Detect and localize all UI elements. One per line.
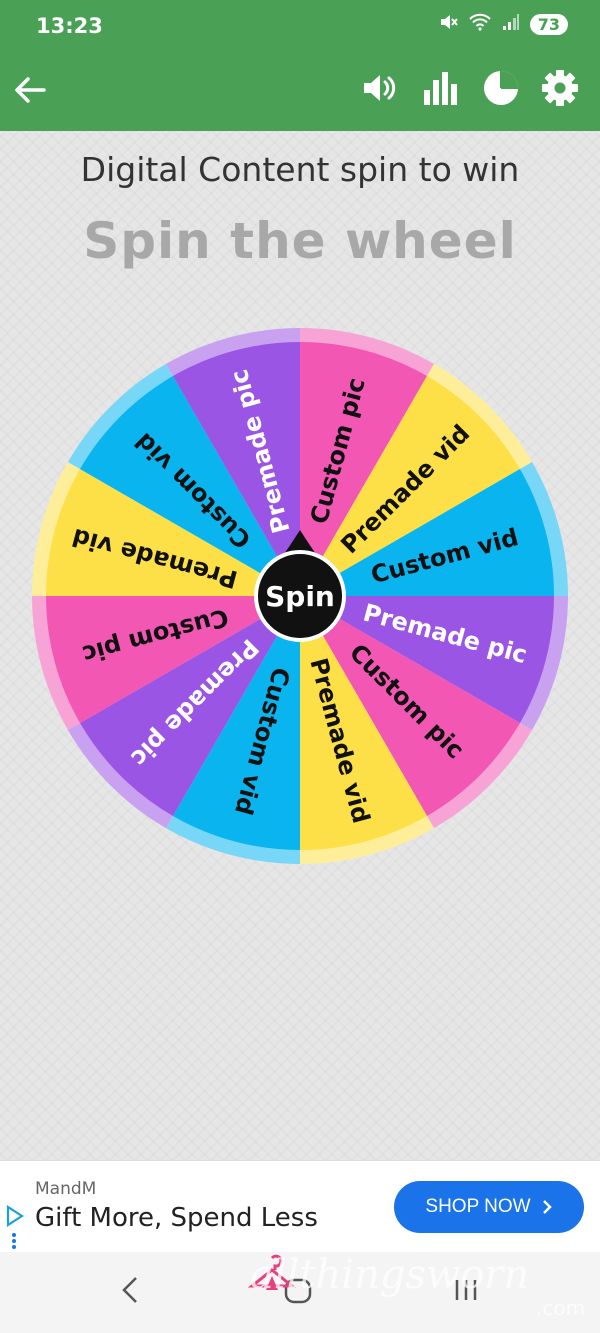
spin-wheel[interactable]: Custom picPremade vidCustom vidPremade p…	[30, 326, 570, 866]
status-time: 13:23	[36, 14, 103, 38]
speaker-icon	[364, 75, 396, 101]
bar-chart-icon	[424, 72, 457, 105]
ad-brand: MandM	[35, 1179, 97, 1199]
wifi-icon	[468, 12, 492, 36]
watermark: allthingsworn	[250, 1252, 530, 1298]
stats-button[interactable]	[420, 68, 460, 108]
shop-now-label: SHOP NOW	[425, 1196, 531, 1217]
chevron-left-icon	[122, 1277, 137, 1303]
arrow-left-icon	[15, 77, 46, 103]
gear-icon	[542, 70, 578, 106]
shop-now-button[interactable]: SHOP NOW	[394, 1181, 584, 1233]
watermark-suffix: .com	[536, 1296, 586, 1320]
ad-banner[interactable]: MandM Gift More, Spend Less SHOP NOW	[0, 1160, 600, 1253]
page-title: Digital Content spin to win	[80, 150, 520, 189]
spin-heading: Spin the wheel	[83, 212, 517, 270]
status-icons: 73	[438, 12, 568, 36]
sound-button[interactable]	[360, 68, 400, 108]
pie-chart-icon	[484, 71, 518, 105]
settings-button[interactable]	[540, 68, 580, 108]
spin-button-label: Spin	[265, 580, 335, 613]
nav-back-button[interactable]	[110, 1270, 150, 1310]
ad-choices-icon[interactable]	[4, 1205, 24, 1251]
back-button[interactable]	[12, 72, 48, 108]
mute-icon	[438, 12, 458, 36]
results-button[interactable]	[481, 68, 521, 108]
chevron-right-icon	[542, 1200, 552, 1214]
battery-indicator: 73	[529, 13, 568, 35]
app-bar: 13:23 73	[0, 0, 600, 131]
signal-icon	[502, 13, 520, 35]
ad-headline: Gift More, Spend Less	[35, 1203, 318, 1233]
